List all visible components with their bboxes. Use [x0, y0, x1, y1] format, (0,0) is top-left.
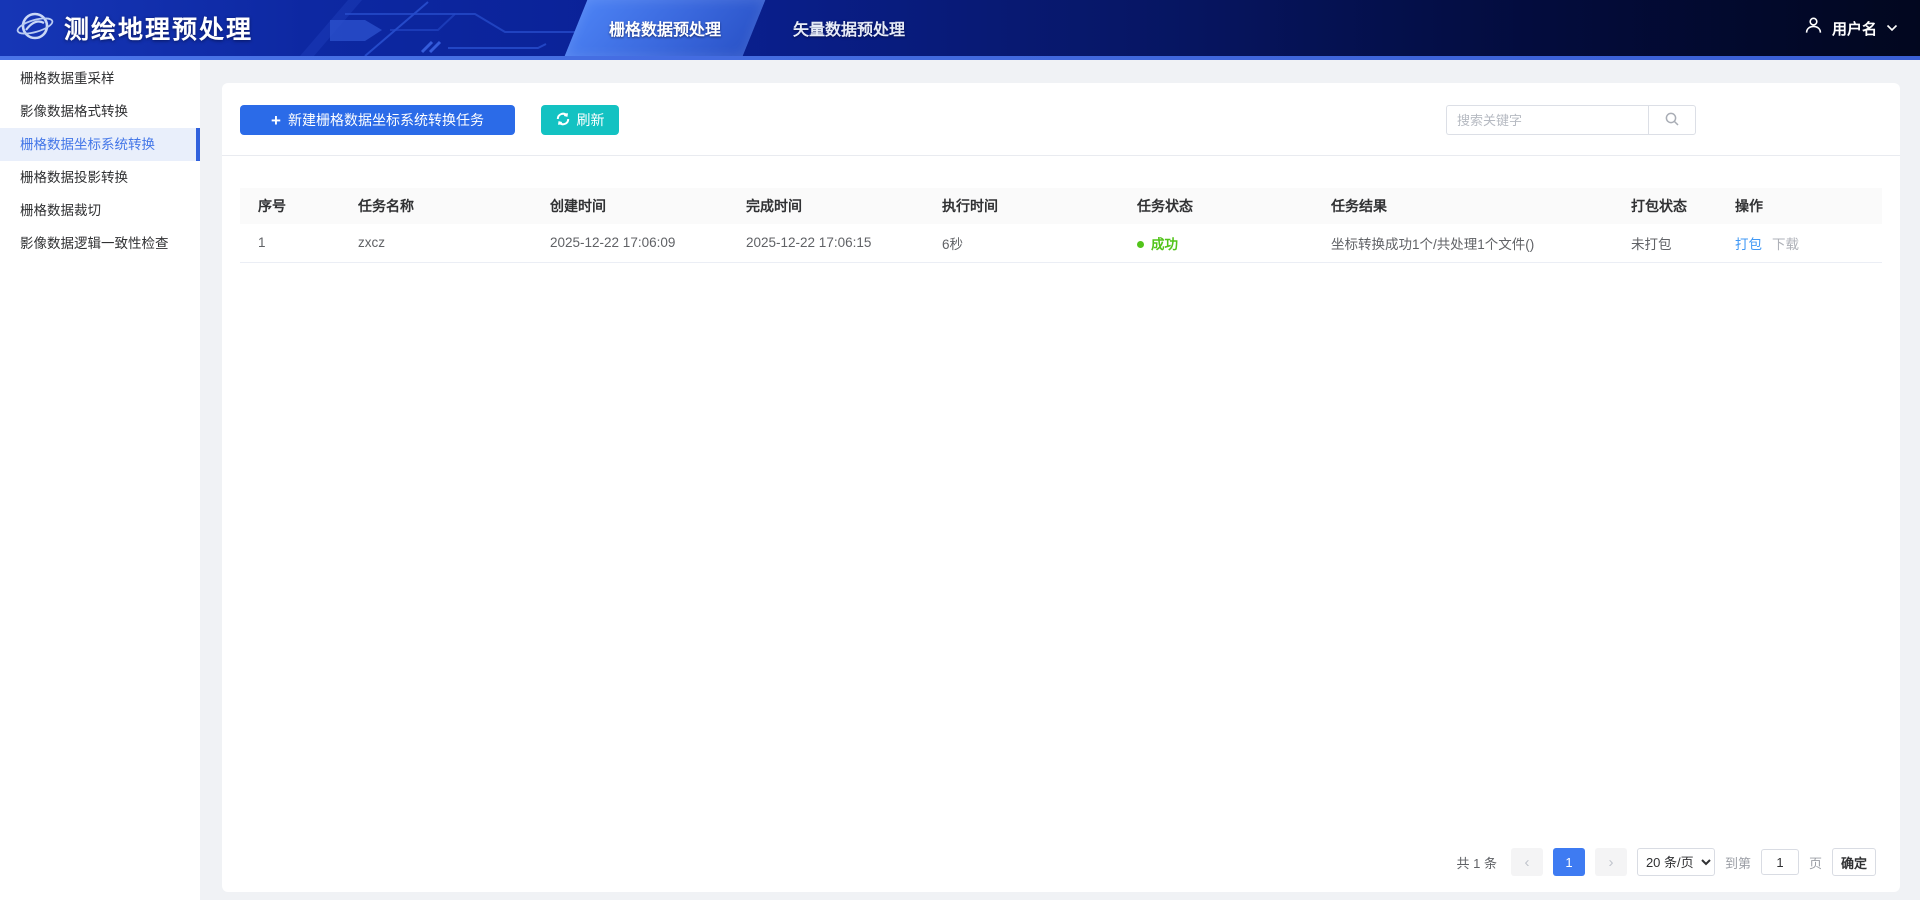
tab-raster-preprocess[interactable]: 栅格数据预处理: [565, 0, 766, 56]
page-size-select[interactable]: 20 条/页: [1637, 848, 1715, 876]
col-result: 任务结果: [1313, 188, 1613, 224]
sidebar-item-raster-clip[interactable]: 栅格数据裁切: [0, 194, 200, 227]
cell-status: 成功: [1119, 224, 1313, 262]
refresh-button[interactable]: 刷新: [541, 105, 619, 135]
header-decoration: [270, 0, 590, 56]
table-header-row: 序号 任务名称 创建时间 完成时间 执行时间 任务状态 任务结果 打包状态 操作: [240, 188, 1882, 224]
search-group: [1446, 105, 1696, 135]
new-task-button[interactable]: + 新建栅格数据坐标系统转换任务: [240, 105, 515, 135]
sidebar-item-raster-coordinate-convert[interactable]: 栅格数据坐标系统转换: [0, 128, 200, 161]
col-index: 序号: [240, 188, 340, 224]
sidebar-item-image-format-convert[interactable]: 影像数据格式转换: [0, 95, 200, 128]
person-icon: [1804, 16, 1823, 40]
next-page-button[interactable]: ›: [1595, 848, 1627, 876]
sidebar-item-image-logic-check[interactable]: 影像数据逻辑一致性检查: [0, 227, 200, 260]
sidebar-item-raster-resample[interactable]: 栅格数据重采样: [0, 62, 200, 95]
logo-orbit-globe-icon: [16, 7, 54, 50]
col-duration: 执行时间: [924, 188, 1119, 224]
status-dot-icon: [1137, 241, 1144, 248]
cell-finished-at: 2025-12-22 17:06:15: [728, 224, 924, 262]
refresh-label: 刷新: [577, 110, 605, 130]
col-finished-at: 完成时间: [728, 188, 924, 224]
cell-created-at: 2025-12-22 17:06:09: [532, 224, 728, 262]
magnifier-icon: [1664, 111, 1680, 130]
main-content: + 新建栅格数据坐标系统转换任务 刷新: [200, 60, 1920, 900]
pagination-total: 共 1 条: [1456, 853, 1496, 872]
sidebar-item-raster-projection-convert[interactable]: 栅格数据投影转换: [0, 161, 200, 194]
user-name: 用户名: [1832, 18, 1877, 39]
app-title: 测绘地理预处理: [64, 10, 253, 46]
col-task-name: 任务名称: [340, 188, 532, 224]
cell-task-name: zxcz: [340, 224, 532, 262]
sidebar: 栅格数据重采样 影像数据格式转换 栅格数据坐标系统转换 栅格数据投影转换 栅格数…: [0, 60, 200, 900]
download-link: 下载: [1772, 237, 1799, 252]
chevron-down-icon: [1886, 19, 1898, 37]
page-number-button[interactable]: 1: [1553, 848, 1585, 876]
goto-page-input[interactable]: [1761, 849, 1799, 875]
task-table: 序号 任务名称 创建时间 完成时间 执行时间 任务状态 任务结果 打包状态 操作…: [240, 188, 1882, 263]
plus-icon: +: [271, 112, 281, 129]
cell-actions: 打包下载: [1717, 224, 1882, 262]
search-button[interactable]: [1648, 105, 1696, 135]
search-input[interactable]: [1446, 105, 1648, 135]
user-menu[interactable]: 用户名: [1804, 0, 1898, 56]
goto-confirm-button[interactable]: 确定: [1832, 848, 1876, 876]
goto-prefix-label: 到第: [1725, 853, 1751, 872]
header-accent-strip: [0, 56, 1920, 60]
cell-duration: 6秒: [924, 224, 1119, 262]
tab-label: 栅格数据预处理: [609, 16, 721, 40]
prev-page-button[interactable]: ‹: [1511, 848, 1543, 876]
refresh-icon: [556, 112, 570, 129]
tab-label: 矢量数据预处理: [793, 16, 905, 40]
col-status: 任务状态: [1119, 188, 1313, 224]
col-package-status: 打包状态: [1613, 188, 1717, 224]
cell-index: 1: [240, 224, 340, 262]
task-table-wrap: 序号 任务名称 创建时间 完成时间 执行时间 任务状态 任务结果 打包状态 操作…: [240, 188, 1882, 263]
goto-suffix-label: 页: [1809, 853, 1822, 872]
cell-package-status: 未打包: [1613, 224, 1717, 262]
table-row: 1 zxcz 2025-12-22 17:06:09 2025-12-22 17…: [240, 224, 1882, 262]
pagination: 共 1 条 ‹ 1 › 20 条/页 到第 页 确定: [1456, 848, 1876, 876]
col-created-at: 创建时间: [532, 188, 728, 224]
package-link[interactable]: 打包: [1735, 237, 1762, 252]
task-panel-card: + 新建栅格数据坐标系统转换任务 刷新: [222, 83, 1900, 892]
toolbar-divider: [222, 155, 1900, 156]
app-header: 测绘地理预处理 栅格数据预处理 矢量数据预处理 用户名: [0, 0, 1920, 56]
tab-vector-preprocess[interactable]: 矢量数据预处理: [754, 0, 944, 56]
new-task-label: 新建栅格数据坐标系统转换任务: [288, 110, 484, 130]
col-actions: 操作: [1717, 188, 1882, 224]
status-text: 成功: [1151, 237, 1178, 252]
header-tabs: 栅格数据预处理 矢量数据预处理: [576, 0, 944, 56]
cell-result: 坐标转换成功1个/共处理1个文件(): [1313, 224, 1613, 262]
brand: 测绘地理预处理: [16, 0, 253, 56]
